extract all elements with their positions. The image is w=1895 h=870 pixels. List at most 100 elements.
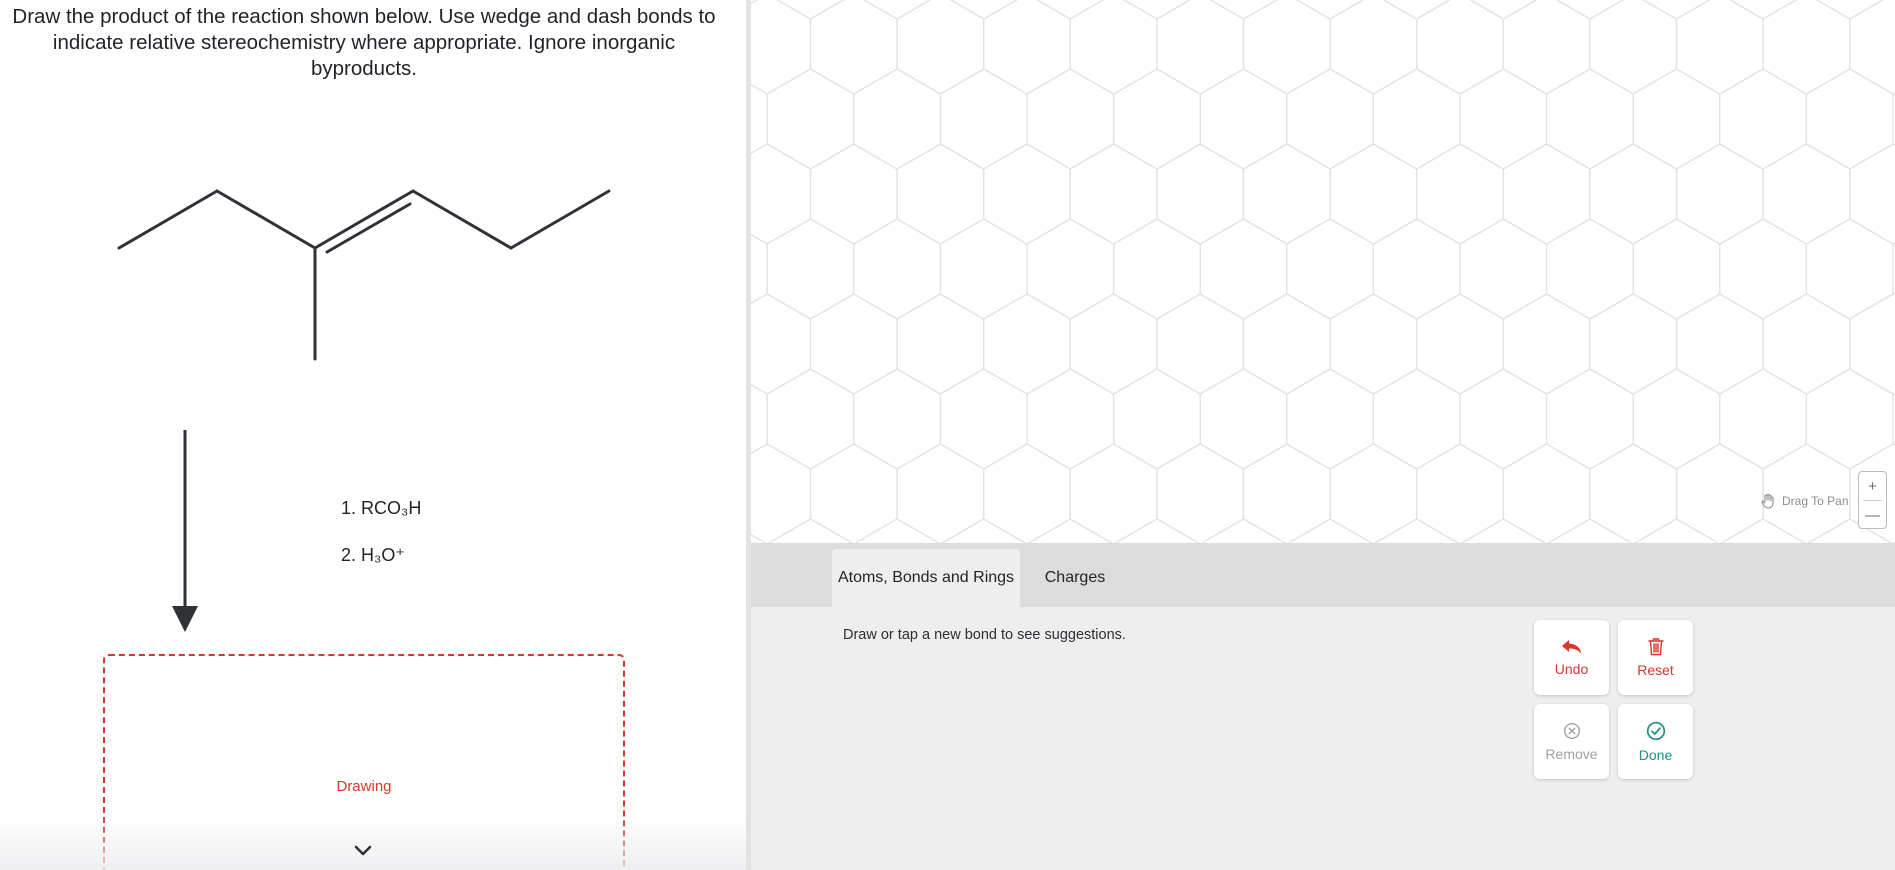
grid-hexagon: [983, 293, 1071, 395]
grid-hexagon: [1632, 68, 1721, 170]
grid-hexagon: [809, 443, 898, 543]
grid-hexagon: [1805, 368, 1894, 470]
grid-hexagon: [1372, 218, 1461, 320]
grid-hexagon: [949, 0, 1018, 20]
grid-hexagon: [1502, 0, 1591, 95]
grid-hexagon: [1069, 443, 1158, 543]
grid-hexagon: [1589, 443, 1678, 543]
grid-hexagon: [853, 368, 942, 470]
grid-hexagon: [766, 68, 855, 170]
grid-hexagon: [1329, 443, 1418, 543]
grid-hexagon: [1805, 218, 1894, 320]
grid-hexagon: [1329, 293, 1418, 395]
grid-hexagon: [1459, 218, 1548, 320]
reaction-arrow: [172, 430, 198, 632]
grid-hexagon: [766, 368, 855, 470]
zoom-out-button[interactable]: —: [1859, 501, 1886, 529]
undo-label: Undo: [1554, 660, 1589, 677]
chevron-down-icon[interactable]: [351, 842, 375, 860]
grid-hexagon: [1373, 518, 1460, 543]
grid-hexagon: [1156, 0, 1245, 95]
grid-hexagon: [1112, 218, 1201, 320]
tab-atoms-bonds-rings[interactable]: Atoms, Bonds and Rings: [832, 549, 1020, 607]
grid-hexagon: [1633, 518, 1720, 543]
reagent-step-2: 2. H₃O⁺: [341, 545, 405, 565]
grid-hexagon: [751, 83, 768, 155]
remove-button[interactable]: Remove: [1534, 704, 1609, 779]
grid-hexagon: [751, 0, 759, 5]
zoom-in-button[interactable]: +: [1859, 472, 1886, 500]
grid-hexagon: [1675, 443, 1764, 543]
grid-hexagon: [1545, 368, 1634, 470]
grid-hexagon: [767, 518, 854, 543]
grid-hexagon: [983, 143, 1071, 245]
drag-to-pan-label: Drag To Pan: [1782, 494, 1849, 508]
grid-hexagon: [1122, 0, 1192, 20]
grid-hexagon: [1069, 143, 1158, 245]
grid-hexagon: [1502, 443, 1591, 543]
grid-hexagon: [1849, 0, 1895, 95]
grid-hexagon: [1815, 0, 1884, 20]
grid-hexagon: [751, 533, 767, 543]
grid-hexagon: [809, 293, 898, 395]
hand-icon: [1761, 493, 1774, 509]
undo-arrow-icon: [1561, 639, 1581, 654]
grid-hexagon: [896, 443, 985, 543]
grid-hexagon: [1547, 518, 1633, 543]
grid-hexagon: [1295, 0, 1365, 20]
trash-icon: [1647, 638, 1664, 656]
grid-hexagon: [1632, 368, 1721, 470]
grid-hexagon: [1372, 68, 1461, 170]
grid-hexagon: [1805, 68, 1894, 170]
grid-hexagon: [809, 0, 898, 95]
grid-hexagon: [1762, 0, 1851, 95]
grid-hexagon: [1642, 0, 1711, 20]
grid-hexagon: [1286, 368, 1375, 470]
grid-hexagon: [1416, 143, 1504, 245]
grid-hexagon: [1114, 518, 1200, 543]
grid-hexagon: [751, 443, 812, 543]
grid-hexagon: [1469, 0, 1538, 20]
reset-button[interactable]: Reset: [1618, 620, 1693, 695]
grid-hexagon: [1156, 293, 1245, 395]
grid-hexagon: [1200, 518, 1287, 543]
grid-hexagon: [1027, 518, 1114, 543]
grid-hexagon: [751, 383, 768, 455]
undo-button[interactable]: Undo: [1534, 620, 1609, 695]
remove-label: Remove: [1545, 745, 1598, 762]
grid-hexagon: [939, 218, 1028, 320]
grid-hexagon: [1329, 143, 1418, 245]
grid-hexagon: [1036, 0, 1105, 20]
tool-panel: Draw or tap a new bond to see suggestion…: [751, 607, 1895, 870]
grid-hexagon: [751, 293, 812, 395]
hex-grid: [751, 0, 1895, 543]
tab-charges[interactable]: Charges: [1020, 549, 1130, 607]
grid-hexagon: [940, 518, 1027, 543]
grid-hexagon: [1675, 293, 1764, 395]
grid-hexagon: [853, 218, 942, 320]
editor-tab-bar: Atoms, Bonds and Rings Charges: [751, 543, 1895, 607]
drawing-canvas[interactable]: [751, 0, 1895, 543]
drawing-label: Drawing: [336, 778, 392, 795]
grid-hexagon: [1287, 518, 1373, 543]
grid-hexagon: [1719, 218, 1808, 320]
grid-hexagon: [1199, 218, 1288, 320]
grid-hexagon: [1719, 68, 1808, 170]
grid-hexagon: [983, 0, 1071, 95]
done-label: Done: [1638, 746, 1673, 763]
suggestion-hint: Draw or tap a new bond to see suggestion…: [843, 627, 1126, 643]
grid-hexagon: [1720, 518, 1806, 543]
question-panel: Draw the product of the reaction shown b…: [0, 0, 748, 870]
grid-hexagon: [854, 518, 940, 543]
grid-hexagon: [1545, 218, 1634, 320]
done-button[interactable]: Done: [1618, 704, 1693, 779]
grid-hexagon: [1026, 368, 1115, 470]
grid-hexagon: [853, 68, 942, 170]
grid-hexagon: [1728, 0, 1798, 20]
grid-hexagon: [1589, 0, 1678, 95]
grid-hexagon: [1242, 443, 1331, 543]
grid-hexagon: [1026, 68, 1115, 170]
grid-hexagon: [1209, 0, 1278, 20]
grid-hexagon: [776, 0, 845, 20]
grid-hexagon: [1069, 293, 1158, 395]
